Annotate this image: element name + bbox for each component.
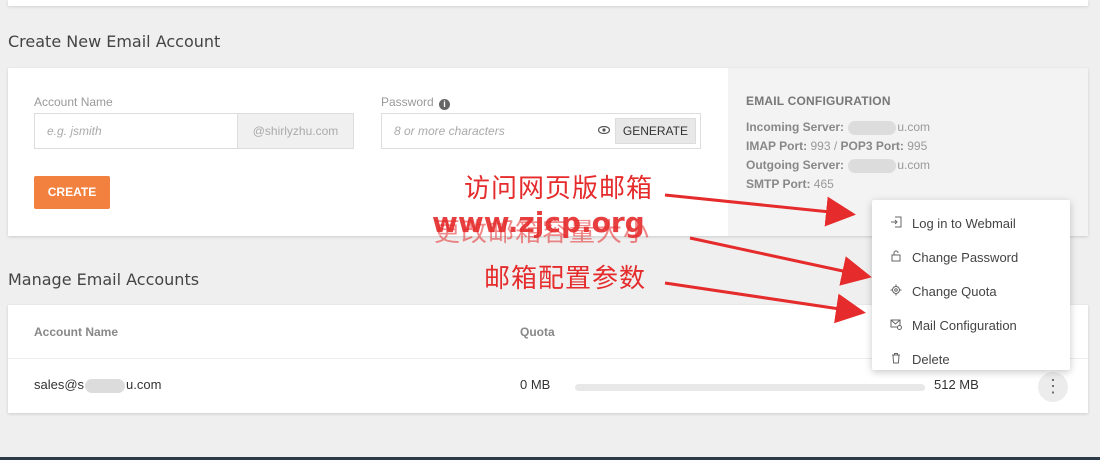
smtp-port-label: SMTP Port: bbox=[746, 177, 811, 191]
password-placeholder: 8 or more characters bbox=[394, 124, 505, 138]
menu-item-label: Mail Configuration bbox=[912, 317, 1017, 333]
account-email: sales@s u.com bbox=[34, 377, 161, 393]
column-header-account: Account Name bbox=[34, 325, 119, 339]
imap-port-label: IMAP Port: bbox=[746, 139, 808, 153]
arrow-to-quota bbox=[689, 236, 872, 286]
info-icon[interactable]: i bbox=[439, 99, 451, 110]
menu-item-change-quota[interactable]: Change Quota bbox=[872, 274, 1070, 308]
annotation-config: 邮箱配置参数 bbox=[484, 264, 647, 294]
account-actions-menu: Log in to Webmail Change Password Change… bbox=[872, 200, 1070, 370]
imap-port-value: 993 bbox=[810, 139, 831, 153]
login-icon bbox=[890, 216, 910, 231]
account-email-prefix: sales@s bbox=[34, 377, 85, 392]
generate-password-button[interactable]: GENERATE bbox=[614, 118, 696, 144]
menu-item-mail-configuration[interactable]: Mail Configuration bbox=[872, 308, 1070, 342]
mail-settings-icon bbox=[890, 318, 910, 333]
previous-card bbox=[8, 0, 1088, 6]
more-options-icon[interactable]: ⋮ bbox=[1038, 372, 1068, 402]
domain-suffix: @shirlyzhu.com bbox=[237, 114, 353, 148]
menu-item-label: Change Password bbox=[912, 249, 1019, 265]
menu-item-label: Log in to Webmail bbox=[912, 215, 1016, 231]
menu-item-login-webmail[interactable]: Log in to Webmail bbox=[872, 206, 1070, 240]
menu-item-label: Change Quota bbox=[912, 283, 997, 299]
password-label: Password bbox=[381, 95, 434, 109]
create-button[interactable]: CREATE bbox=[34, 176, 110, 209]
outgoing-server-value: u.com bbox=[897, 158, 931, 172]
smtp-line: SMTP Port: 465 bbox=[746, 175, 1088, 194]
quota-total: 512 MB bbox=[934, 377, 979, 392]
account-name-input[interactable]: e.g. jsmith @shirlyzhu.com bbox=[34, 113, 354, 149]
menu-item-label: Delete bbox=[912, 351, 950, 367]
account-name-placeholder: e.g. jsmith bbox=[47, 124, 102, 138]
quota-progress-bar bbox=[575, 384, 925, 391]
outgoing-server-label: Outgoing Server: bbox=[746, 158, 845, 172]
smtp-port-value: 465 bbox=[813, 177, 834, 191]
lock-icon bbox=[890, 250, 910, 265]
quota-used: 0 MB bbox=[520, 377, 551, 392]
incoming-server-label: Incoming Server: bbox=[746, 120, 845, 134]
redaction-blur bbox=[848, 158, 897, 173]
pop3-port-value: 995 bbox=[907, 139, 928, 153]
incoming-server-value: u.com bbox=[897, 120, 931, 134]
watermark: www.zjcp.org bbox=[432, 206, 645, 239]
manage-section-title: Manage Email Accounts bbox=[8, 270, 200, 289]
account-email-suffix: u.com bbox=[126, 377, 162, 392]
email-configuration-heading: EMAIL CONFIGURATION bbox=[746, 94, 891, 108]
password-label-wrap: Password i bbox=[381, 95, 451, 110]
incoming-server-line: Incoming Server: u.com bbox=[746, 118, 1088, 137]
pop3-port-label: POP3 Port: bbox=[840, 139, 904, 153]
column-header-quota: Quota bbox=[520, 325, 555, 339]
menu-item-change-password[interactable]: Change Password bbox=[872, 240, 1070, 274]
trash-icon bbox=[890, 352, 910, 367]
redaction-blur bbox=[85, 378, 126, 393]
show-password-icon[interactable] bbox=[593, 125, 615, 137]
port-separator: / bbox=[833, 139, 838, 153]
redaction-blur bbox=[848, 120, 897, 135]
password-input[interactable]: 8 or more characters GENERATE bbox=[381, 113, 701, 149]
ports-line: IMAP Port: 993 / POP3 Port: 995 bbox=[746, 137, 1088, 156]
menu-item-delete[interactable]: Delete bbox=[872, 342, 1070, 376]
gear-icon bbox=[890, 284, 910, 299]
outgoing-server-line: Outgoing Server: u.com bbox=[746, 156, 1088, 175]
account-name-label: Account Name bbox=[34, 95, 113, 109]
create-section-title: Create New Email Account bbox=[8, 32, 221, 51]
annotation-webmail: 访问网页版邮箱 bbox=[464, 174, 654, 204]
